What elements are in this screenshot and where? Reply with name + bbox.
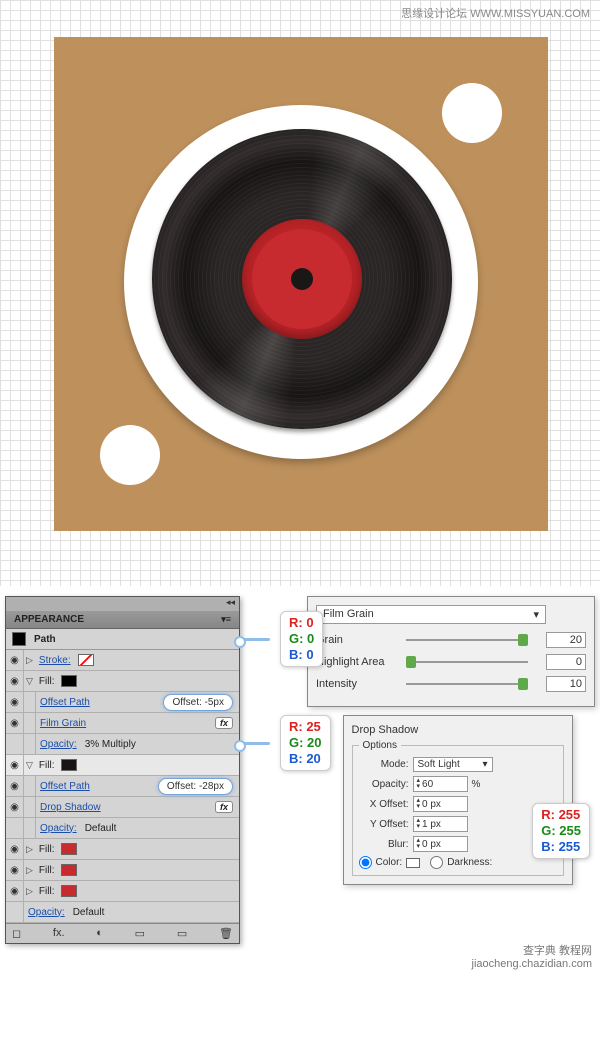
opacity-row-2[interactable]: Opacity: Default <box>6 818 239 839</box>
drop-shadow-title: Drop Shadow <box>352 724 564 736</box>
disclosure-down-icon[interactable]: ▽ <box>24 760 35 771</box>
darkness-radio[interactable] <box>430 856 443 869</box>
intensity-slider[interactable] <box>406 678 546 690</box>
visibility-icon[interactable]: ◉ <box>6 692 24 712</box>
offset-path-link[interactable]: Offset Path <box>36 781 94 792</box>
path-thumb <box>12 632 26 646</box>
fx-badge-icon: fx <box>215 717 233 729</box>
chevron-down-icon: ▾ <box>482 759 487 770</box>
fill-swatch-black[interactable] <box>61 675 77 687</box>
rgb-box-0: R: 0 G: 0 B: 0 <box>280 611 323 667</box>
visibility-icon[interactable]: ◉ <box>6 881 24 901</box>
visibility-icon[interactable]: ◉ <box>6 671 24 691</box>
drop-shadow-row[interactable]: ◉ Drop Shadow fx <box>6 797 239 818</box>
mode-combo[interactable]: Soft Light▾ <box>413 757 493 772</box>
leader-line <box>240 742 270 745</box>
yoffset-stepper[interactable]: ▴▾1 px <box>413 816 468 832</box>
visibility-icon[interactable]: ◉ <box>6 650 24 670</box>
rgb-box-255: R: 255 G: 255 B: 255 <box>532 803 590 859</box>
vinyl-record <box>152 129 452 429</box>
color-swatch[interactable] <box>406 858 420 868</box>
visibility-icon[interactable]: ◉ <box>6 755 24 775</box>
opacity-link[interactable]: Opacity: <box>36 739 81 750</box>
toggle-icon[interactable]: ◐ <box>96 927 103 940</box>
mode-field[interactable]: Mode: Soft Light▾ <box>359 757 557 772</box>
offset-path-row-2[interactable]: ◉ Offset Path Offset: -28px <box>6 776 239 797</box>
highlight-slider[interactable] <box>406 656 546 668</box>
grain-slider[interactable] <box>406 634 546 646</box>
fill-swatch-dark[interactable] <box>61 759 77 771</box>
duplicate-icon[interactable]: ▭ <box>135 927 145 940</box>
appearance-panel: APPEARANCE▾≡ Path ◉ ▷ Stroke: ◉ ▽ Fill: … <box>5 596 240 944</box>
fill-row-3[interactable]: ◉ ▷ Fill: <box>6 839 239 860</box>
fill-swatch-red[interactable] <box>61 885 77 897</box>
panel-title: APPEARANCE▾≡ <box>6 611 239 629</box>
film-grain-row[interactable]: ◉ Film Grain fx <box>6 713 239 734</box>
path-row[interactable]: Path <box>6 629 239 650</box>
offset-overlay-2: Offset: -28px <box>158 778 233 795</box>
opacity-field[interactable]: Opacity: ▴▾60 % <box>359 776 557 792</box>
color-radio[interactable] <box>359 856 372 869</box>
visibility-icon[interactable]: ◉ <box>6 713 24 733</box>
disclosure-down-icon[interactable]: ▽ <box>24 676 35 687</box>
lower-region: APPEARANCE▾≡ Path ◉ ▷ Stroke: ◉ ▽ Fill: … <box>0 586 600 974</box>
record-spindle-hole <box>291 268 313 290</box>
turntable-base <box>54 37 548 531</box>
new-fill-icon[interactable]: ▭ <box>177 927 187 940</box>
fill-row-4[interactable]: ◉ ▷ Fill: <box>6 860 239 881</box>
corner-circle-top-right <box>442 83 502 143</box>
visibility-icon[interactable]: ◉ <box>6 860 24 880</box>
offset-path-row-1[interactable]: ◉ Offset Path Offset: -5px <box>6 692 239 713</box>
stroke-row[interactable]: ◉ ▷ Stroke: <box>6 650 239 671</box>
opacity-stepper[interactable]: ▴▾60 <box>413 776 468 792</box>
offset-path-link[interactable]: Offset Path <box>36 697 94 708</box>
visibility-icon[interactable]: ◉ <box>6 797 24 817</box>
fill-swatch-red[interactable] <box>61 843 77 855</box>
panel-footer: ◻ fx. ◐ ▭ ▭ 🗑 <box>6 923 239 943</box>
fill-row-2[interactable]: ◉ ▽ Fill: <box>6 755 239 776</box>
blur-stepper[interactable]: ▴▾0 px <box>413 836 468 852</box>
color-darkness-row[interactable]: Color: Darkness: <box>359 856 557 869</box>
visibility-icon[interactable]: ◉ <box>6 776 24 796</box>
fill-swatch-red[interactable] <box>61 864 77 876</box>
drop-shadow-dialog: Drop Shadow Options Mode: Soft Light▾ Op… <box>343 715 573 885</box>
trash-icon[interactable]: 🗑 <box>219 927 233 940</box>
offset-overlay-1: Offset: -5px <box>163 694 233 711</box>
opacity-row-bottom[interactable]: Opacity: Default <box>6 902 239 923</box>
opacity-link[interactable]: Opacity: <box>36 823 81 834</box>
watermark-bottom: 查字典 教程网 jiaocheng.chazidian.com <box>472 942 592 970</box>
xoffset-stepper[interactable]: ▴▾0 px <box>413 796 468 812</box>
fill-row-5[interactable]: ◉ ▷ Fill: <box>6 881 239 902</box>
right-column: Film Grain▾ Grain 20 Highlight Area 0 In… <box>255 596 595 944</box>
xoffset-field[interactable]: X Offset: ▴▾0 px <box>359 796 557 812</box>
record-platter <box>124 105 478 459</box>
rgb-box-1: R: 25 G: 20 B: 20 <box>280 715 331 771</box>
panel-tabs[interactable] <box>6 597 239 611</box>
blur-field[interactable]: Blur: ▴▾0 px <box>359 836 557 852</box>
fx-badge-icon: fx <box>215 801 233 813</box>
rgb-callout-1: R: 25 G: 20 B: 20 <box>240 715 331 771</box>
artboard-grid: 思缘设计论坛 WWW.MISSYUAN.COM <box>0 0 600 586</box>
disclosure-icon[interactable]: ▷ <box>24 655 35 666</box>
clear-appearance-icon[interactable]: ◻ <box>12 927 21 940</box>
opacity-row-1[interactable]: Opacity: 3% Multiply <box>6 734 239 755</box>
visibility-icon[interactable]: ◉ <box>6 839 24 859</box>
drop-shadow-link[interactable]: Drop Shadow <box>36 802 105 813</box>
add-effect-icon[interactable]: fx. <box>53 927 65 940</box>
stroke-swatch-none[interactable] <box>78 654 94 666</box>
stroke-link[interactable]: Stroke: <box>35 655 75 666</box>
corner-circle-bottom-left <box>100 425 160 485</box>
film-grain-link[interactable]: Film Grain <box>36 718 90 729</box>
watermark-top: 思缘设计论坛 WWW.MISSYUAN.COM <box>401 5 590 21</box>
leader-line <box>240 638 270 641</box>
panel-menu-icon[interactable]: ▾≡ <box>221 614 231 625</box>
fill-row-1[interactable]: ◉ ▽ Fill: <box>6 671 239 692</box>
yoffset-field[interactable]: Y Offset: ▴▾1 px <box>359 816 557 832</box>
opacity-link[interactable]: Opacity: <box>24 907 69 918</box>
